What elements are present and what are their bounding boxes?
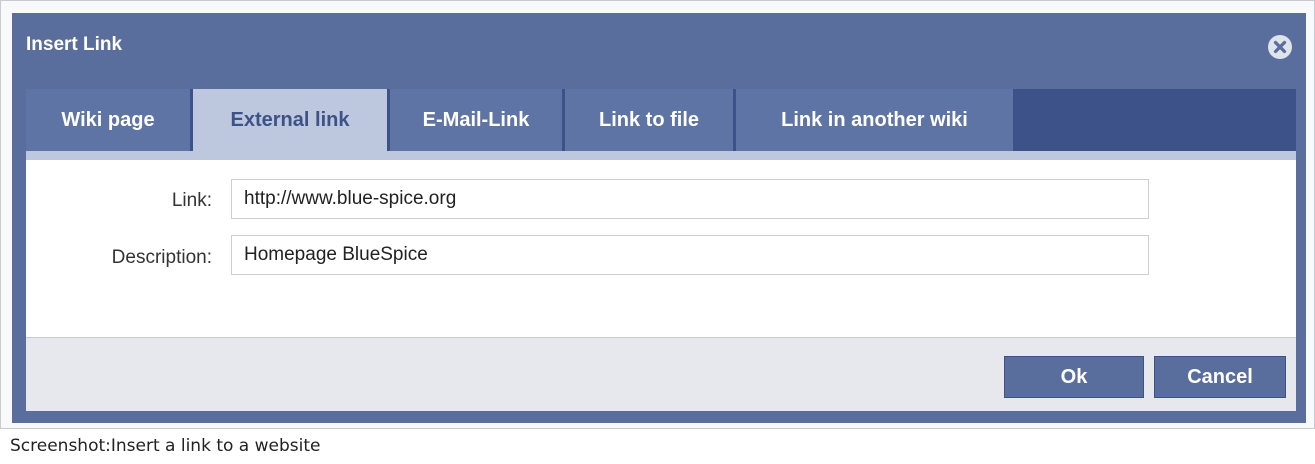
cancel-button[interactable]: Cancel <box>1154 356 1286 398</box>
tab-link-in-another-wiki[interactable]: Link in another wiki <box>736 89 1013 151</box>
description-input[interactable]: Homepage BlueSpice <box>231 235 1149 275</box>
link-input[interactable]: http://www.blue-spice.org <box>231 179 1149 219</box>
tab-external-link[interactable]: External link <box>193 89 387 151</box>
insert-link-dialog: Insert Link Wiki page External link E-Ma… <box>12 13 1306 423</box>
screenshot-caption: Screenshot:Insert a link to a website <box>10 436 321 456</box>
dialog-footer: Ok Cancel <box>26 337 1296 411</box>
ok-button[interactable]: Ok <box>1004 356 1144 398</box>
link-label: Link: <box>171 190 212 211</box>
close-icon[interactable] <box>1267 34 1293 60</box>
tab-bar: Wiki page External link E-Mail-Link Link… <box>26 89 1296 151</box>
external-link-panel: Link: http://www.blue-spice.org Descript… <box>26 160 1296 337</box>
screenshot-frame: Insert Link Wiki page External link E-Ma… <box>0 0 1315 429</box>
tab-link-to-file[interactable]: Link to file <box>565 89 733 151</box>
description-label: Description: <box>111 247 212 268</box>
dialog-title: Insert Link <box>26 34 123 55</box>
tab-strip <box>26 151 1296 160</box>
tab-wiki-page[interactable]: Wiki page <box>26 89 190 151</box>
tab-email-link[interactable]: E-Mail-Link <box>390 89 562 151</box>
